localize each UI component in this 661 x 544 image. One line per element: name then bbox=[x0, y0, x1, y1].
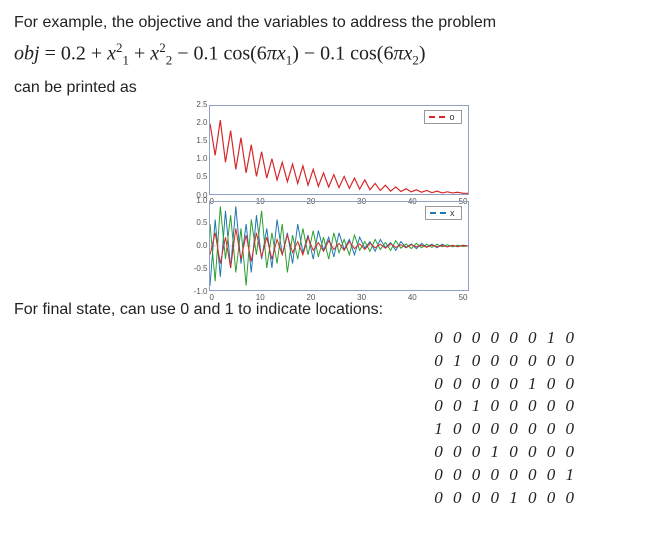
matrix-row: 0 1 0 0 0 0 0 0 bbox=[434, 350, 577, 373]
objective-formula: obj = 0.2 + x21 + x22 − 0.1 cos(6πx1) − … bbox=[14, 40, 647, 69]
printed-text: can be printed as bbox=[14, 79, 647, 97]
matrix-row: 0 0 0 0 0 1 0 0 bbox=[434, 373, 577, 396]
legend-swatch bbox=[429, 116, 445, 118]
chart1-legend: o bbox=[424, 110, 461, 124]
chart2-xticks: 01020304050 bbox=[210, 293, 468, 302]
matrix-row: 0 0 1 0 0 0 0 0 bbox=[434, 395, 577, 418]
location-matrix: 0 0 0 0 0 0 1 00 1 0 0 0 0 0 00 0 0 0 0 … bbox=[434, 327, 647, 511]
chart2-legend: x bbox=[425, 206, 462, 220]
legend-swatch bbox=[430, 212, 446, 214]
chart2-yticks: 1.00.50.0-0.5-1.0 bbox=[182, 196, 208, 296]
matrix-row: 1 0 0 0 0 0 0 0 bbox=[434, 418, 577, 441]
matrix-row: 0 0 0 1 0 0 0 0 bbox=[434, 441, 577, 464]
intro-text: For example, the objective and the varia… bbox=[14, 14, 647, 32]
matrix-row: 0 0 0 0 0 0 1 0 bbox=[434, 327, 577, 350]
matrix-row: 0 0 0 0 0 0 0 1 bbox=[434, 464, 577, 487]
final-state-text: For final state, can use 0 and 1 to indi… bbox=[14, 301, 647, 319]
matrix-row: 0 0 0 0 1 0 0 0 bbox=[434, 487, 577, 510]
chart-objective: 2.52.01.51.00.50.0 o 01020304050 bbox=[209, 105, 469, 195]
chart-block: 2.52.01.51.00.50.0 o 01020304050 1.00.50… bbox=[181, 105, 481, 291]
chart1-legend-label: o bbox=[449, 112, 454, 122]
chart-variables: 1.00.50.0-0.5-1.0 x 01020304050 bbox=[209, 201, 469, 291]
chart1-yticks: 2.52.01.51.00.50.0 bbox=[182, 100, 208, 200]
chart2-legend-label: x bbox=[450, 208, 455, 218]
